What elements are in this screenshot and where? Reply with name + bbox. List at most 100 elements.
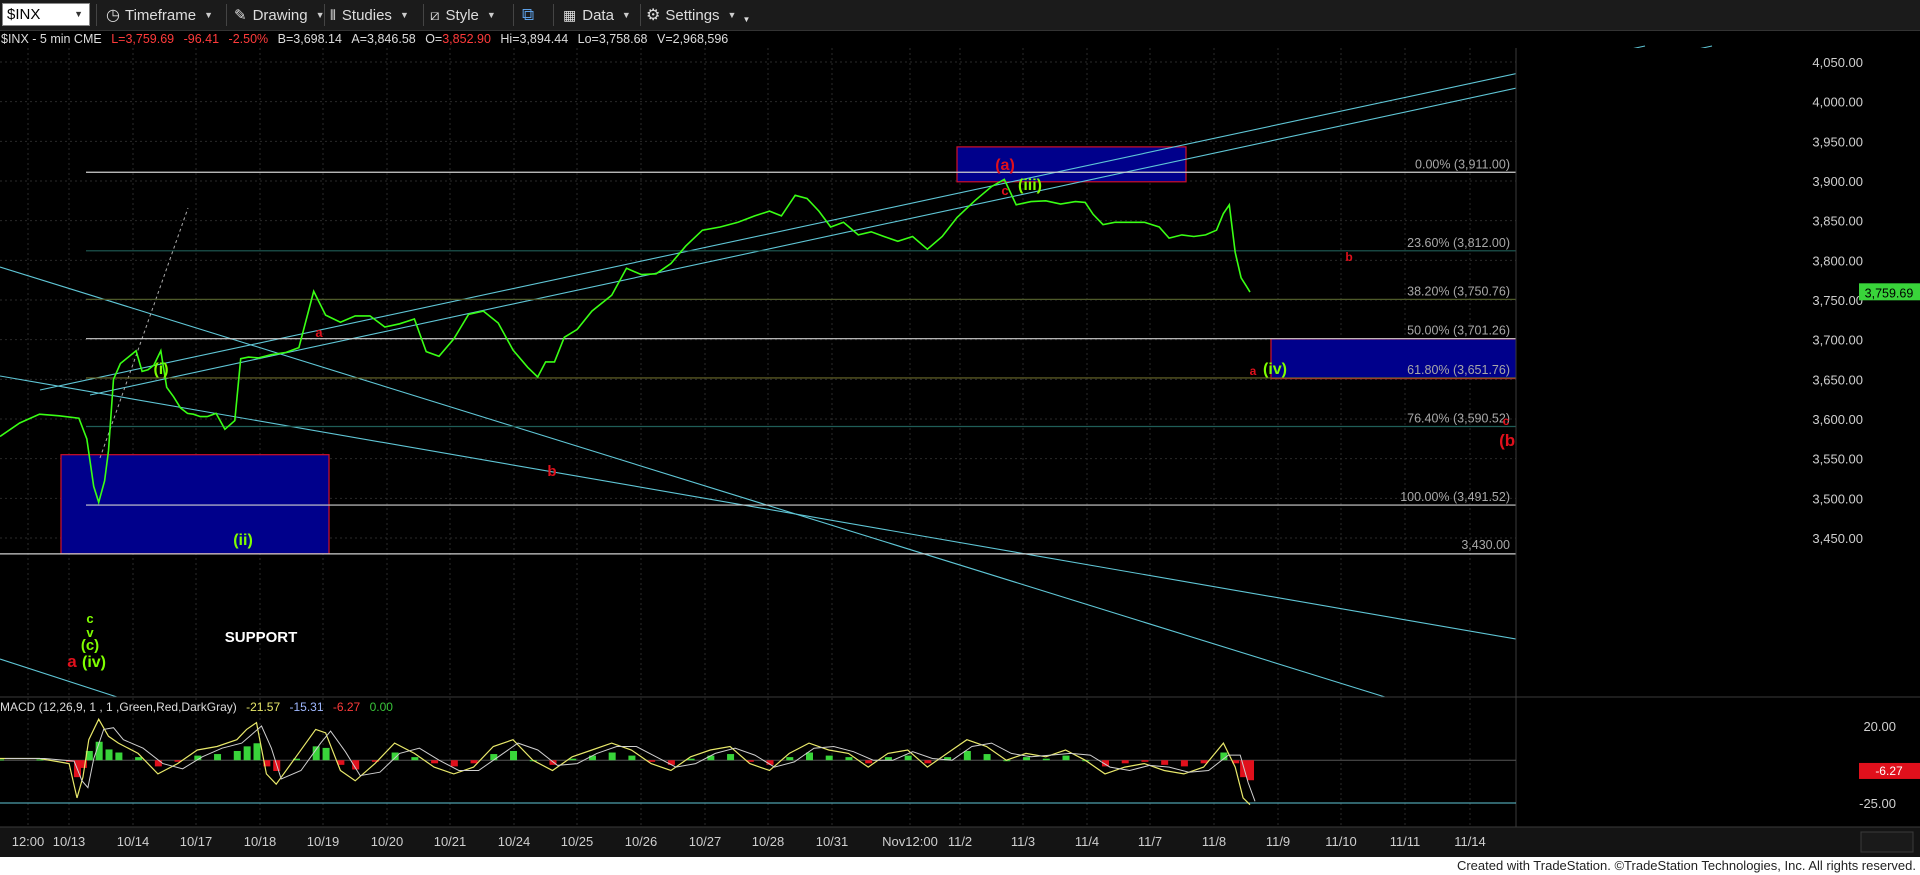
fib-level-label: 100.00% (3,491.52) [1400, 490, 1510, 504]
macd-histogram-bar [805, 752, 813, 761]
wave-i-label: (i) [153, 361, 168, 378]
date-axis-tick: 11/10 [1325, 834, 1357, 849]
macd-info-bar: MACD (12,26,9, 1 , 1 ,Green,Red,DarkGray… [0, 699, 393, 715]
macd-histogram-bar [588, 755, 596, 761]
date-axis-tick: 10/18 [244, 834, 277, 849]
fib-level-label: 0.00% (3,911.00) [1415, 157, 1510, 171]
macd-value: -21.57 [246, 700, 281, 714]
date-axis-tick: 11/14 [1454, 834, 1486, 849]
macd-histogram-bar [1141, 760, 1149, 762]
wave-a-red-label: a [315, 325, 323, 340]
date-axis-tick: 10/14 [117, 834, 150, 849]
price-series [0, 178, 1251, 506]
price-axis-tick: 3,500.00 [1812, 491, 1863, 506]
macd-histogram-bar [1180, 760, 1188, 767]
macd-histogram-bar [1121, 760, 1129, 764]
wave-iii-label: (iii) [1018, 177, 1042, 194]
macd-histogram-bar [470, 760, 478, 764]
macd-histogram-bar [411, 757, 419, 761]
date-axis-tick: 10/20 [371, 834, 404, 849]
macd-histogram-bar [233, 750, 241, 761]
macd-histogram-bar [510, 750, 518, 761]
date-axis-tick: 10/19 [307, 834, 340, 849]
macd-histogram-bar [1161, 760, 1169, 765]
price-axis-tick: 4,000.00 [1812, 95, 1863, 110]
macd-histogram-bar [727, 754, 735, 761]
last-price-tag-label: 3,759.69 [1865, 286, 1914, 300]
wave-iv-label: (iv) [1263, 361, 1287, 378]
macd-histogram-bar [707, 755, 715, 761]
macd-histogram-bar [1247, 760, 1254, 781]
price-axis-tick: 3,750.00 [1812, 293, 1863, 308]
date-axis-tick: Nov12:00 [882, 834, 938, 849]
macd-histogram-bar [569, 758, 577, 761]
dotted-projection-line [99, 207, 189, 459]
footer: Created with TradeStation. ©TradeStation… [0, 857, 1920, 875]
date-axis-tick: 10/13 [53, 834, 86, 849]
wave-v-small-label: v [86, 625, 94, 640]
date-axis-tick: 11/4 [1075, 834, 1099, 849]
macd-histogram-bar [667, 760, 675, 765]
date-axis-tick: 10/25 [561, 834, 594, 849]
wave-iv-label-low: (iv) [82, 654, 106, 671]
price-axis-tick: 3,700.00 [1812, 333, 1863, 348]
macd-histogram-bar [431, 760, 439, 764]
price-axis-tick: 3,950.00 [1812, 134, 1863, 149]
macd-histogram-bar [322, 747, 330, 761]
date-axis-tick: 11/2 [948, 834, 972, 849]
date-axis-tick: 11/3 [1011, 834, 1035, 849]
macd-diff-value: -6.27 [332, 700, 361, 714]
macd-line [0, 717, 1251, 806]
macd-histogram-bar [154, 760, 162, 767]
price-axis-tick: 3,900.00 [1812, 174, 1863, 189]
date-axis-tick: 11/8 [1202, 834, 1226, 849]
macd-histogram-bar [825, 755, 833, 761]
macd-histogram-bar [865, 760, 873, 764]
fib-level-label: 76.40% (3,590.52) [1407, 412, 1510, 426]
macd-current-tag-label: -6.27 [1875, 764, 1903, 778]
wave-ii-label: (ii) [233, 532, 253, 549]
macd-signal-value: -15.31 [289, 700, 324, 714]
wave-c-red-small-label: c [1503, 414, 1510, 428]
wave-a-paren-label: (a) [995, 157, 1015, 174]
wave-b-red-small-label: b [1345, 250, 1352, 264]
macd-histogram-bar [1042, 758, 1050, 761]
price-line [0, 178, 1251, 506]
price-chart[interactable]: 0.00% (3,911.00) 23.60% (3,812.00) 38.20% … [0, 0, 1920, 857]
horizontal-level-label: 3,430.00 [1461, 538, 1510, 552]
macd-histogram-bar [628, 755, 636, 761]
date-axis-tick: 10/24 [498, 834, 531, 849]
copyright-text: Created with TradeStation. ©TradeStation… [1456, 858, 1916, 873]
date-axis-tick: 11/11 [1390, 834, 1421, 849]
date-axis-tick: 10/31 [816, 834, 849, 849]
macd-histogram-bar [391, 752, 399, 761]
macd-histogram-bar [450, 760, 458, 767]
fib-level-label: 50.00% (3,701.26) [1407, 324, 1510, 338]
macd-histogram-bar [904, 755, 912, 761]
wave-c-small-label: c [86, 611, 93, 626]
price-axis-tick: 3,800.00 [1812, 253, 1863, 268]
macd-histogram-bar [214, 754, 222, 761]
macd-histogram-bar [648, 760, 656, 762]
price-axis-tick: 3,550.00 [1812, 452, 1863, 467]
macd-histogram-bar [687, 758, 695, 761]
price-axis-tick: 3,850.00 [1812, 214, 1863, 229]
date-axis-tick: 10/17 [180, 834, 213, 849]
support-label: SUPPORT [225, 629, 298, 646]
macd-zero-value: 0.00 [369, 700, 393, 714]
price-axis-tick: 3,600.00 [1812, 412, 1863, 427]
date-axis-tick: 11/9 [1266, 834, 1290, 849]
macd-histogram-bar [845, 757, 853, 761]
macd-histogram-bar [786, 757, 794, 761]
date-axis-tick: 10/28 [752, 834, 785, 849]
fib-level-label: 61.80% (3,651.76) [1407, 363, 1510, 377]
wave-a-red-low-label: a [67, 652, 77, 671]
macd-histogram-bar [115, 752, 123, 761]
price-axis-tick: 3,650.00 [1812, 372, 1863, 387]
macd-axis-tick: 20.00 [1863, 719, 1896, 734]
price-axis-tick: 3,450.00 [1812, 531, 1863, 546]
wave-c-red-label: c [1001, 183, 1008, 198]
date-axis-tick: 11/7 [1138, 834, 1162, 849]
fib-level-label: 38.20% (3,750.76) [1407, 284, 1510, 298]
macd-histogram-bar [105, 749, 113, 761]
